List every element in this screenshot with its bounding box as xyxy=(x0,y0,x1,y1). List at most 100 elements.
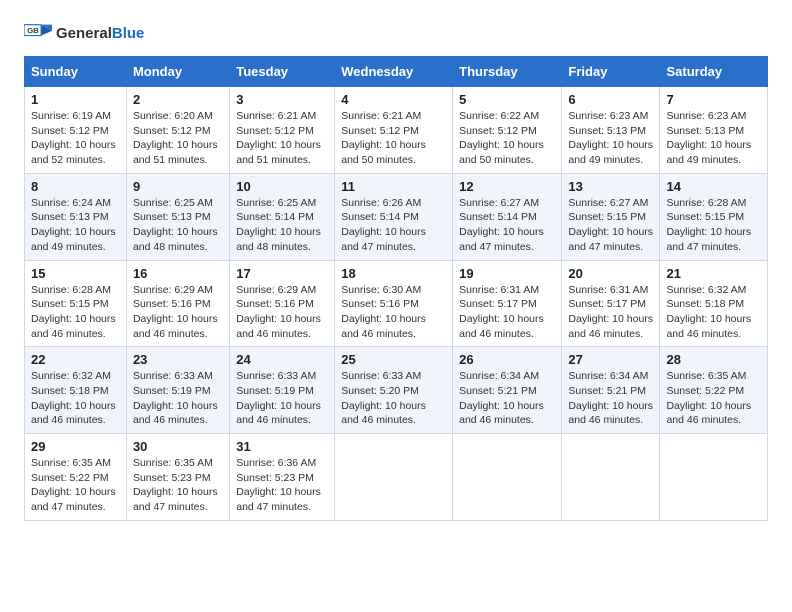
day-number: 24 xyxy=(236,352,328,367)
day-info: Sunrise: 6:22 AMSunset: 5:12 PMDaylight:… xyxy=(459,110,544,166)
calendar-cell: 7 Sunrise: 6:23 AMSunset: 5:13 PMDayligh… xyxy=(660,87,768,174)
calendar-cell: 9 Sunrise: 6:25 AMSunset: 5:13 PMDayligh… xyxy=(126,173,229,260)
day-number: 26 xyxy=(459,352,555,367)
calendar-cell: 22 Sunrise: 6:32 AMSunset: 5:18 PMDaylig… xyxy=(25,347,127,434)
calendar-table: SundayMondayTuesdayWednesdayThursdayFrid… xyxy=(24,56,768,521)
calendar-cell: 31 Sunrise: 6:36 AMSunset: 5:23 PMDaylig… xyxy=(230,434,335,521)
day-info: Sunrise: 6:29 AMSunset: 5:16 PMDaylight:… xyxy=(236,284,321,340)
day-number: 7 xyxy=(666,92,761,107)
day-number: 30 xyxy=(133,439,223,454)
column-header-tuesday: Tuesday xyxy=(230,57,335,87)
day-number: 3 xyxy=(236,92,328,107)
calendar-cell: 10 Sunrise: 6:25 AMSunset: 5:14 PMDaylig… xyxy=(230,173,335,260)
day-number: 9 xyxy=(133,179,223,194)
calendar-cell: 26 Sunrise: 6:34 AMSunset: 5:21 PMDaylig… xyxy=(453,347,562,434)
logo: GB GeneralBlue xyxy=(24,20,144,48)
calendar-cell xyxy=(335,434,453,521)
day-info: Sunrise: 6:28 AMSunset: 5:15 PMDaylight:… xyxy=(666,197,751,253)
logo-icon: GB xyxy=(24,20,52,48)
calendar-cell xyxy=(453,434,562,521)
calendar-cell: 13 Sunrise: 6:27 AMSunset: 5:15 PMDaylig… xyxy=(562,173,660,260)
day-info: Sunrise: 6:35 AMSunset: 5:22 PMDaylight:… xyxy=(31,457,116,513)
column-header-thursday: Thursday xyxy=(453,57,562,87)
day-info: Sunrise: 6:36 AMSunset: 5:23 PMDaylight:… xyxy=(236,457,321,513)
day-info: Sunrise: 6:21 AMSunset: 5:12 PMDaylight:… xyxy=(341,110,426,166)
page-header: GB GeneralBlue xyxy=(24,20,768,48)
calendar-cell: 12 Sunrise: 6:27 AMSunset: 5:14 PMDaylig… xyxy=(453,173,562,260)
day-number: 29 xyxy=(31,439,120,454)
header-row: SundayMondayTuesdayWednesdayThursdayFrid… xyxy=(25,57,768,87)
day-info: Sunrise: 6:31 AMSunset: 5:17 PMDaylight:… xyxy=(568,284,653,340)
day-info: Sunrise: 6:32 AMSunset: 5:18 PMDaylight:… xyxy=(31,370,116,426)
calendar-cell: 2 Sunrise: 6:20 AMSunset: 5:12 PMDayligh… xyxy=(126,87,229,174)
week-row-3: 15 Sunrise: 6:28 AMSunset: 5:15 PMDaylig… xyxy=(25,260,768,347)
calendar-cell: 20 Sunrise: 6:31 AMSunset: 5:17 PMDaylig… xyxy=(562,260,660,347)
calendar-cell xyxy=(660,434,768,521)
day-number: 5 xyxy=(459,92,555,107)
calendar-cell: 25 Sunrise: 6:33 AMSunset: 5:20 PMDaylig… xyxy=(335,347,453,434)
day-info: Sunrise: 6:33 AMSunset: 5:19 PMDaylight:… xyxy=(236,370,321,426)
calendar-cell: 3 Sunrise: 6:21 AMSunset: 5:12 PMDayligh… xyxy=(230,87,335,174)
day-info: Sunrise: 6:26 AMSunset: 5:14 PMDaylight:… xyxy=(341,197,426,253)
day-number: 15 xyxy=(31,266,120,281)
column-header-monday: Monday xyxy=(126,57,229,87)
day-info: Sunrise: 6:35 AMSunset: 5:22 PMDaylight:… xyxy=(666,370,751,426)
day-number: 17 xyxy=(236,266,328,281)
day-number: 31 xyxy=(236,439,328,454)
column-header-saturday: Saturday xyxy=(660,57,768,87)
day-number: 11 xyxy=(341,179,446,194)
day-number: 19 xyxy=(459,266,555,281)
svg-text:GB: GB xyxy=(27,26,39,35)
calendar-cell: 11 Sunrise: 6:26 AMSunset: 5:14 PMDaylig… xyxy=(335,173,453,260)
day-number: 28 xyxy=(666,352,761,367)
column-header-friday: Friday xyxy=(562,57,660,87)
day-number: 21 xyxy=(666,266,761,281)
day-number: 8 xyxy=(31,179,120,194)
week-row-1: 1 Sunrise: 6:19 AMSunset: 5:12 PMDayligh… xyxy=(25,87,768,174)
day-info: Sunrise: 6:27 AMSunset: 5:15 PMDaylight:… xyxy=(568,197,653,253)
calendar-cell: 30 Sunrise: 6:35 AMSunset: 5:23 PMDaylig… xyxy=(126,434,229,521)
day-number: 12 xyxy=(459,179,555,194)
calendar-cell: 8 Sunrise: 6:24 AMSunset: 5:13 PMDayligh… xyxy=(25,173,127,260)
calendar-cell: 21 Sunrise: 6:32 AMSunset: 5:18 PMDaylig… xyxy=(660,260,768,347)
day-number: 16 xyxy=(133,266,223,281)
calendar-cell: 27 Sunrise: 6:34 AMSunset: 5:21 PMDaylig… xyxy=(562,347,660,434)
logo-text: GeneralBlue xyxy=(56,25,144,43)
day-info: Sunrise: 6:33 AMSunset: 5:19 PMDaylight:… xyxy=(133,370,218,426)
calendar-cell: 23 Sunrise: 6:33 AMSunset: 5:19 PMDaylig… xyxy=(126,347,229,434)
day-info: Sunrise: 6:30 AMSunset: 5:16 PMDaylight:… xyxy=(341,284,426,340)
calendar-cell: 19 Sunrise: 6:31 AMSunset: 5:17 PMDaylig… xyxy=(453,260,562,347)
calendar-cell: 14 Sunrise: 6:28 AMSunset: 5:15 PMDaylig… xyxy=(660,173,768,260)
calendar-cell: 15 Sunrise: 6:28 AMSunset: 5:15 PMDaylig… xyxy=(25,260,127,347)
day-info: Sunrise: 6:32 AMSunset: 5:18 PMDaylight:… xyxy=(666,284,751,340)
day-info: Sunrise: 6:19 AMSunset: 5:12 PMDaylight:… xyxy=(31,110,116,166)
day-info: Sunrise: 6:24 AMSunset: 5:13 PMDaylight:… xyxy=(31,197,116,253)
day-number: 14 xyxy=(666,179,761,194)
calendar-cell: 18 Sunrise: 6:30 AMSunset: 5:16 PMDaylig… xyxy=(335,260,453,347)
calendar-cell: 1 Sunrise: 6:19 AMSunset: 5:12 PMDayligh… xyxy=(25,87,127,174)
calendar-cell: 5 Sunrise: 6:22 AMSunset: 5:12 PMDayligh… xyxy=(453,87,562,174)
day-number: 1 xyxy=(31,92,120,107)
calendar-cell: 16 Sunrise: 6:29 AMSunset: 5:16 PMDaylig… xyxy=(126,260,229,347)
day-number: 27 xyxy=(568,352,653,367)
day-info: Sunrise: 6:34 AMSunset: 5:21 PMDaylight:… xyxy=(568,370,653,426)
calendar-cell: 17 Sunrise: 6:29 AMSunset: 5:16 PMDaylig… xyxy=(230,260,335,347)
calendar-cell: 4 Sunrise: 6:21 AMSunset: 5:12 PMDayligh… xyxy=(335,87,453,174)
day-info: Sunrise: 6:25 AMSunset: 5:14 PMDaylight:… xyxy=(236,197,321,253)
day-number: 22 xyxy=(31,352,120,367)
day-info: Sunrise: 6:21 AMSunset: 5:12 PMDaylight:… xyxy=(236,110,321,166)
week-row-5: 29 Sunrise: 6:35 AMSunset: 5:22 PMDaylig… xyxy=(25,434,768,521)
column-header-wednesday: Wednesday xyxy=(335,57,453,87)
day-number: 13 xyxy=(568,179,653,194)
day-info: Sunrise: 6:31 AMSunset: 5:17 PMDaylight:… xyxy=(459,284,544,340)
day-info: Sunrise: 6:34 AMSunset: 5:21 PMDaylight:… xyxy=(459,370,544,426)
calendar-cell: 28 Sunrise: 6:35 AMSunset: 5:22 PMDaylig… xyxy=(660,347,768,434)
week-row-2: 8 Sunrise: 6:24 AMSunset: 5:13 PMDayligh… xyxy=(25,173,768,260)
day-info: Sunrise: 6:25 AMSunset: 5:13 PMDaylight:… xyxy=(133,197,218,253)
day-info: Sunrise: 6:35 AMSunset: 5:23 PMDaylight:… xyxy=(133,457,218,513)
day-info: Sunrise: 6:27 AMSunset: 5:14 PMDaylight:… xyxy=(459,197,544,253)
calendar-cell: 29 Sunrise: 6:35 AMSunset: 5:22 PMDaylig… xyxy=(25,434,127,521)
day-number: 4 xyxy=(341,92,446,107)
day-number: 20 xyxy=(568,266,653,281)
day-number: 23 xyxy=(133,352,223,367)
